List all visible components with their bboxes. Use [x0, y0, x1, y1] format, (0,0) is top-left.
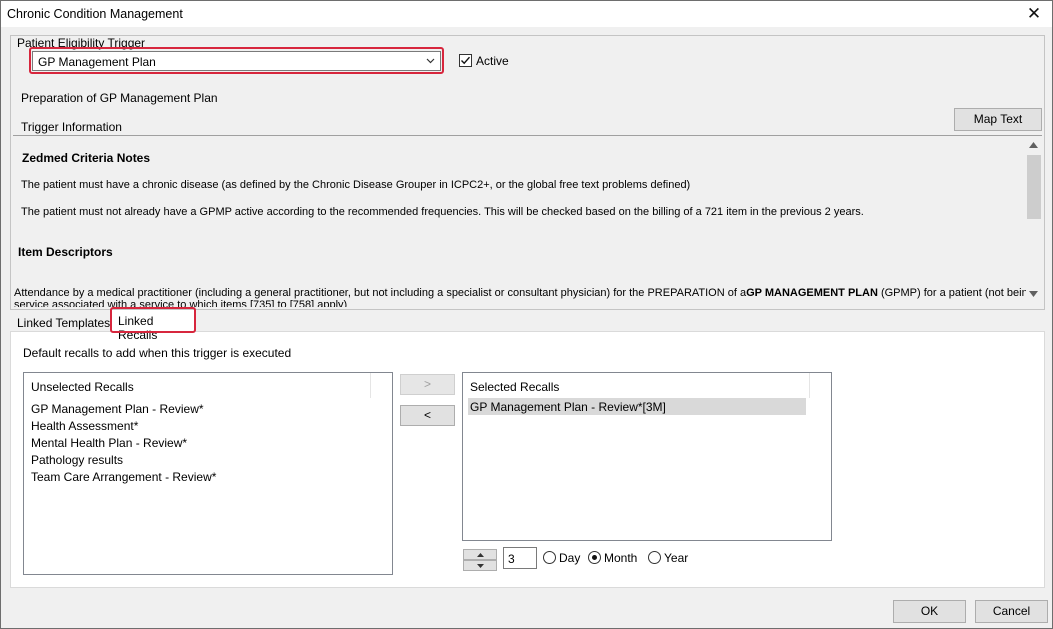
- highlight-trigger-select: [29, 47, 444, 74]
- item-descriptors-heading: Item Descriptors: [18, 245, 113, 259]
- check-icon: [461, 56, 471, 65]
- map-text-button[interactable]: Map Text: [954, 108, 1042, 131]
- window-title: Chronic Condition Management: [7, 7, 183, 21]
- add-recall-button[interactable]: >: [400, 374, 455, 395]
- item-descriptor-bold: GP MANAGEMENT PLAN: [746, 287, 878, 299]
- cancel-button[interactable]: Cancel: [975, 600, 1048, 623]
- notes-line: The patient must have a chronic disease …: [21, 179, 691, 191]
- list-header[interactable]: Selected Recalls: [463, 373, 810, 398]
- list-header[interactable]: Unselected Recalls: [24, 373, 371, 398]
- radio-year-label[interactable]: Year: [664, 551, 688, 565]
- scroll-down-icon[interactable]: [1029, 291, 1038, 297]
- interval-stepper[interactable]: [463, 549, 497, 571]
- trigger-info-label: Trigger Information: [21, 120, 122, 134]
- radio-selected-dot: [592, 555, 597, 560]
- list-item[interactable]: Mental Health Plan - Review*: [31, 436, 187, 450]
- scroll-thumb[interactable]: [1027, 155, 1041, 219]
- active-checkbox[interactable]: [459, 54, 472, 67]
- scroll-up-icon[interactable]: [1029, 142, 1038, 148]
- item-descriptor-text: Attendance by a medical practitioner (in…: [14, 287, 1026, 299]
- tab-linked-templates[interactable]: Linked Templates: [17, 316, 110, 330]
- item-descriptor-part: Attendance by a medical practitioner (in…: [14, 287, 747, 299]
- default-recalls-text: Default recalls to add when this trigger…: [23, 346, 292, 360]
- list-item[interactable]: GP Management Plan - Review*[3M]: [468, 398, 806, 415]
- preparation-label: Preparation of GP Management Plan: [21, 91, 218, 105]
- list-item[interactable]: GP Management Plan - Review*: [31, 402, 204, 416]
- chronic-condition-dialog: Chronic Condition Management ✕ Patient E…: [0, 0, 1053, 629]
- radio-year[interactable]: [648, 551, 661, 564]
- radio-month-label[interactable]: Month: [604, 551, 637, 565]
- notes-heading: Zedmed Criteria Notes: [22, 151, 151, 165]
- trigger-notes: Zedmed Criteria Notes The patient must h…: [13, 137, 1026, 307]
- notes-line: The patient must not already have a GPMP…: [21, 206, 864, 218]
- unselected-recalls-list[interactable]: Unselected Recalls GP Management Plan - …: [23, 372, 393, 575]
- notes-scrollbar[interactable]: [1026, 137, 1042, 307]
- radio-day[interactable]: [543, 551, 556, 564]
- interval-input[interactable]: 3: [503, 547, 537, 569]
- ok-button[interactable]: OK: [893, 600, 966, 623]
- stepper-down-button[interactable]: [463, 560, 497, 571]
- highlight-linked-recalls: [110, 307, 196, 333]
- close-icon[interactable]: ✕: [1020, 2, 1048, 26]
- remove-recall-button[interactable]: <: [400, 405, 455, 426]
- title-bar: Chronic Condition Management ✕: [1, 1, 1052, 27]
- caret-up-icon: [477, 553, 484, 557]
- list-item-label: GP Management Plan - Review*[3M]: [470, 400, 666, 414]
- item-descriptor-part: (GPMP) for a patient (not being a: [880, 287, 1026, 299]
- caret-down-icon: [477, 564, 484, 568]
- list-item[interactable]: Pathology results: [31, 453, 123, 467]
- list-item[interactable]: Team Care Arrangement - Review*: [31, 470, 216, 484]
- radio-month[interactable]: [588, 551, 601, 564]
- list-item[interactable]: Health Assessment*: [31, 419, 138, 433]
- selected-recalls-list[interactable]: Selected Recalls GP Management Plan - Re…: [462, 372, 832, 541]
- active-label[interactable]: Active: [476, 54, 509, 68]
- divider: [13, 135, 1042, 136]
- stepper-up-button[interactable]: [463, 549, 497, 560]
- item-descriptor-text: service associated with a service to whi…: [14, 299, 348, 307]
- radio-day-label[interactable]: Day: [559, 551, 580, 565]
